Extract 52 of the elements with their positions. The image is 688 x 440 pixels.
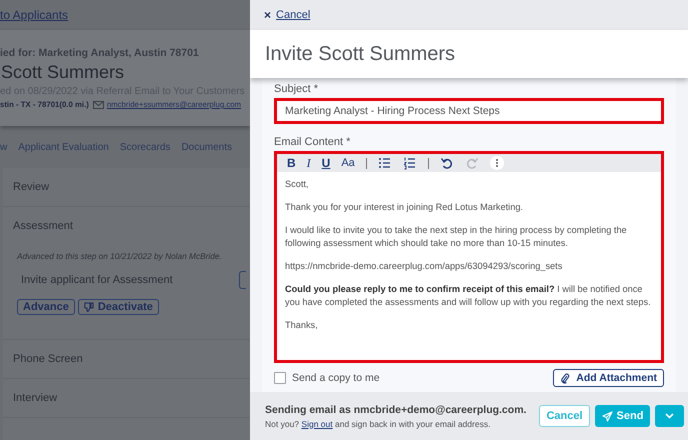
bold-button[interactable]: B <box>283 155 300 171</box>
email-content-label: Email Content * <box>274 135 352 150</box>
chevron-down-icon <box>665 413 674 419</box>
email-editor[interactable] <box>274 151 664 363</box>
step-button[interactable]: Advance <box>17 299 75 315</box>
dialog-title: Invite Scott Summers <box>265 42 456 66</box>
email-paragraph: Thanks, <box>285 319 319 332</box>
subject-label: Subject * <box>274 82 320 97</box>
step-title[interactable]: Phone Screen <box>13 340 246 378</box>
action-button-edge[interactable] <box>239 271 246 289</box>
step-title[interactable]: Interview <box>13 379 246 417</box>
add-attachment-button[interactable]: Add Attachment <box>553 369 664 387</box>
underline-button[interactable]: U <box>318 155 334 171</box>
envelope-icon <box>92 100 104 108</box>
cancel-button[interactable]: Cancel <box>539 405 590 427</box>
sign-out-link[interactable]: Sign out <box>301 418 333 428</box>
tab[interactable]: w <box>0 142 8 152</box>
email-paragraph: I would like to invite you to take the next step in the hiring process by completing the following assessment which should take no more than 10-15 minutes. <box>285 224 628 250</box>
email-paragraph: Scott, <box>285 178 310 191</box>
numbered-list-icon[interactable] <box>402 156 417 170</box>
italic-button[interactable]: I <box>302 155 315 171</box>
email-paragraph: Could you please reply to me to confirm receipt of this email? I will be notified once you have completed the assessments and will follow up with you regarding the next steps. <box>285 283 652 309</box>
email-paragraph: Thank you for your interest in joining Red Lotus Marketing. <box>285 201 524 214</box>
subject-field[interactable]: Marketing Analyst - Hiring Process Next Steps <box>274 98 664 124</box>
step-note: Advanced to this step on 10/21/2022 by Nolan McBride. <box>17 251 222 261</box>
applied-for-text: ied for: Marketing Analyst, Austin 78701 <box>0 47 200 59</box>
paperclip-icon <box>560 372 570 384</box>
step-title[interactable]: Assessment <box>13 207 246 245</box>
send-button[interactable]: Send <box>595 405 650 427</box>
thumbs-down-icon <box>84 302 94 312</box>
not-you-text: Not you? <box>265 418 300 428</box>
task-text: Invite applicant for Assessment <box>21 274 173 286</box>
tab[interactable]: Documents <box>181 142 232 152</box>
bulleted-list-icon[interactable] <box>378 156 392 170</box>
more-options-icon[interactable] <box>490 156 504 170</box>
paper-plane-icon <box>602 410 613 422</box>
close-icon[interactable]: × <box>264 8 272 22</box>
cancel-link[interactable]: Cancel <box>276 9 310 21</box>
tab[interactable]: Scorecards <box>120 142 170 152</box>
checkbox[interactable] <box>274 372 286 384</box>
font-size-button[interactable]: Aa <box>337 155 359 171</box>
step-button[interactable]: Deactivate <box>78 299 159 315</box>
back-link[interactable]: to Applicants <box>0 8 68 22</box>
email-paragraph: https://nmcbride-demo.careerplug.com/apps/63094293/scoring_sets <box>285 260 564 273</box>
sender-text: Sending email as nmcbride+demo@careerplug.com. <box>265 404 526 416</box>
applicant-name: Scott Summers <box>1 62 126 83</box>
sign-back-text: and sign back in with your email address. <box>334 418 490 428</box>
step-title[interactable]: Review <box>13 168 246 206</box>
send-options-button[interactable] <box>655 405 684 427</box>
checkbox-label: Send a copy to me <box>292 372 380 384</box>
tab[interactable]: Applicant Evaluation <box>18 142 109 152</box>
undo-icon[interactable] <box>440 156 454 170</box>
